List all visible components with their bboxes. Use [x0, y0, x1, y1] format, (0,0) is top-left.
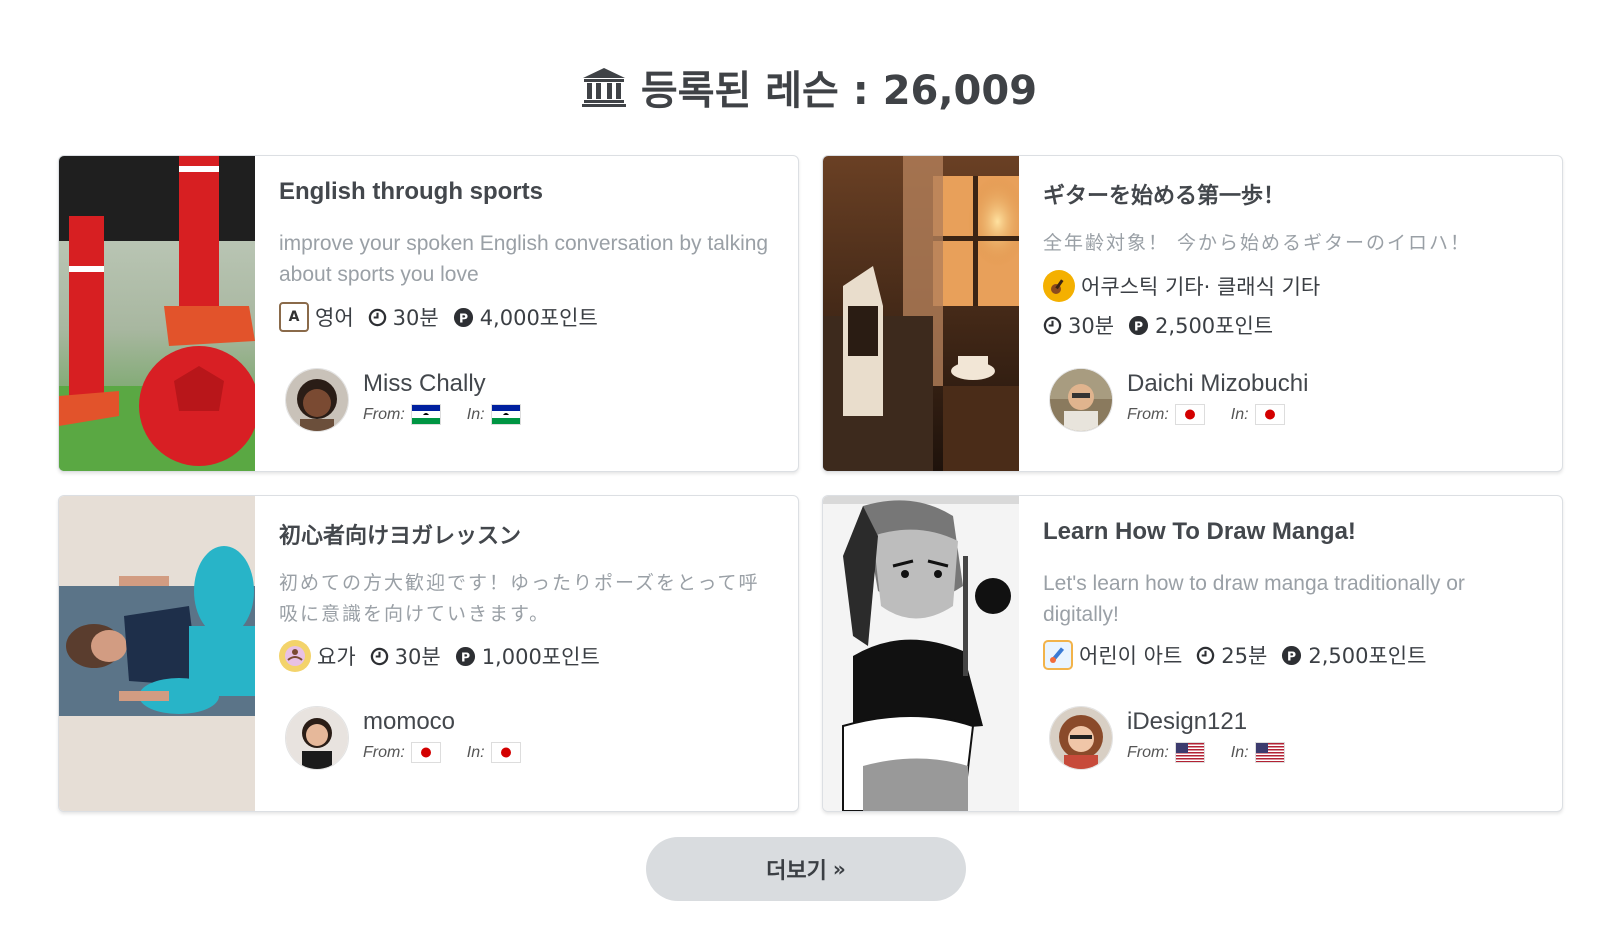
svg-text:P: P: [1134, 318, 1143, 333]
teacher-name[interactable]: iDesign121: [1127, 708, 1285, 736]
teacher-name[interactable]: Daichi Mizobuchi: [1127, 370, 1308, 398]
lesotho-flag-icon: [410, 404, 441, 425]
in-label: In:: [466, 405, 485, 423]
in-label: In:: [466, 743, 485, 761]
avatar[interactable]: [1049, 368, 1113, 432]
lesson-meta-2: 30분 P 2,500포인트: [1043, 310, 1538, 340]
japan-flag-icon: [1254, 404, 1285, 425]
clock-icon: [1196, 646, 1215, 665]
lesson-card[interactable]: ギターを始める第一歩！ 全年齢対象！ 今から始めるギターのイロハ！ 어쿠스틱 기…: [822, 155, 1563, 472]
teacher-info[interactable]: momoco From: In:: [285, 706, 521, 770]
kids-art-icon: [1043, 640, 1073, 670]
teacher-origin: From: In:: [363, 742, 521, 763]
teacher-origin: From: In:: [1127, 742, 1285, 763]
teacher-origin: From: In:: [363, 404, 521, 425]
guitar-icon: [1043, 270, 1075, 302]
lesson-title[interactable]: 初心者向けヨガレッスン: [279, 518, 774, 550]
from-label: From:: [363, 405, 405, 423]
from-label: From:: [1127, 405, 1169, 423]
from-label: From:: [1127, 743, 1169, 761]
lesson-thumbnail: [823, 156, 1019, 471]
teacher-name[interactable]: Miss Chally: [363, 370, 521, 398]
yoga-icon: [279, 640, 311, 672]
english-book-icon: A: [279, 302, 309, 332]
teacher-name[interactable]: momoco: [363, 708, 521, 736]
lesson-meta: 어쿠스틱 기타· 클래식 기타: [1043, 270, 1538, 302]
lesson-description: 全年齢対象！ 今から始めるギターのイロハ！: [1043, 232, 1472, 254]
lesson-category: 어쿠스틱 기타· 클래식 기타: [1081, 275, 1321, 299]
japan-flag-icon: [490, 742, 521, 763]
more-button[interactable]: 더보기 »: [646, 837, 966, 901]
page-title-text: 등록된 레슨 : 26,009: [640, 68, 1038, 114]
lesson-category: 요가: [317, 645, 356, 669]
in-label: In:: [1230, 405, 1249, 423]
lesson-duration: 30분: [392, 306, 439, 330]
lesson-thumbnail: [823, 496, 1019, 811]
lesotho-flag-icon: [490, 404, 521, 425]
lesson-thumbnail: [59, 496, 255, 811]
lesson-points: 2,500포인트: [1308, 644, 1427, 668]
lesson-duration: 30분: [394, 645, 441, 669]
lesson-description: improve your spoken English conversation…: [279, 232, 769, 286]
lesson-category: 영어: [315, 306, 354, 330]
japan-flag-icon: [410, 742, 441, 763]
lesson-category: 어린이 아트: [1079, 644, 1183, 668]
lesson-description: 初めての方大歓迎です！ゆったりポーズをとって呼吸に意識を向けていきます。: [279, 572, 760, 625]
lesson-description: Let's learn how to draw manga traditiona…: [1043, 572, 1465, 626]
teacher-info[interactable]: Daichi Mizobuchi From: In:: [1049, 368, 1308, 432]
lesson-card[interactable]: English through sports improve your spok…: [58, 155, 799, 472]
lesson-duration: 30분: [1068, 314, 1115, 338]
lesson-card[interactable]: Learn How To Draw Manga! Let's learn how…: [822, 495, 1563, 812]
point-icon: P: [1128, 315, 1149, 336]
japan-flag-icon: [1174, 404, 1205, 425]
lesson-points: 1,000포인트: [481, 645, 600, 669]
lesson-meta: 요가 30분 P 1,000포인트: [279, 640, 774, 672]
lesson-title[interactable]: ギターを始める第一歩！: [1043, 178, 1538, 210]
point-icon: P: [455, 646, 476, 667]
bank-icon: [581, 66, 627, 108]
avatar[interactable]: [1049, 706, 1113, 770]
avatar[interactable]: [285, 706, 349, 770]
teacher-info[interactable]: Miss Chally From: In:: [285, 368, 521, 432]
teacher-origin: From: In:: [1127, 404, 1308, 425]
usa-flag-icon: [1174, 742, 1205, 763]
in-label: In:: [1230, 743, 1249, 761]
lesson-meta: A 영어 30분 P 4,000포인트: [279, 302, 774, 332]
svg-text:P: P: [461, 649, 470, 664]
lesson-thumbnail: [59, 156, 255, 471]
more-button-label: 더보기: [766, 859, 827, 884]
page-title: 등록된 레슨 : 26,009: [0, 52, 1618, 122]
double-chevron-right-icon: »: [832, 857, 846, 881]
lesson-points: 4,000포인트: [479, 306, 598, 330]
svg-text:P: P: [459, 310, 468, 325]
lesson-points: 2,500포인트: [1155, 314, 1274, 338]
lesson-duration: 25분: [1221, 644, 1268, 668]
lesson-card[interactable]: 初心者向けヨガレッスン 初めての方大歓迎です！ゆったりポーズをとって呼吸に意識を…: [58, 495, 799, 812]
lesson-title[interactable]: Learn How To Draw Manga!: [1043, 518, 1538, 546]
teacher-info[interactable]: iDesign121 From: In:: [1049, 706, 1285, 770]
svg-text:P: P: [1287, 648, 1296, 663]
clock-icon: [368, 308, 387, 327]
clock-icon: [370, 647, 389, 666]
clock-icon: [1043, 316, 1062, 335]
lesson-title[interactable]: English through sports: [279, 178, 774, 206]
point-icon: P: [453, 307, 474, 328]
from-label: From:: [363, 743, 405, 761]
point-icon: P: [1281, 645, 1302, 666]
lesson-meta: 어린이 아트 25분 P 2,500포인트: [1043, 640, 1538, 670]
usa-flag-icon: [1254, 742, 1285, 763]
avatar[interactable]: [285, 368, 349, 432]
